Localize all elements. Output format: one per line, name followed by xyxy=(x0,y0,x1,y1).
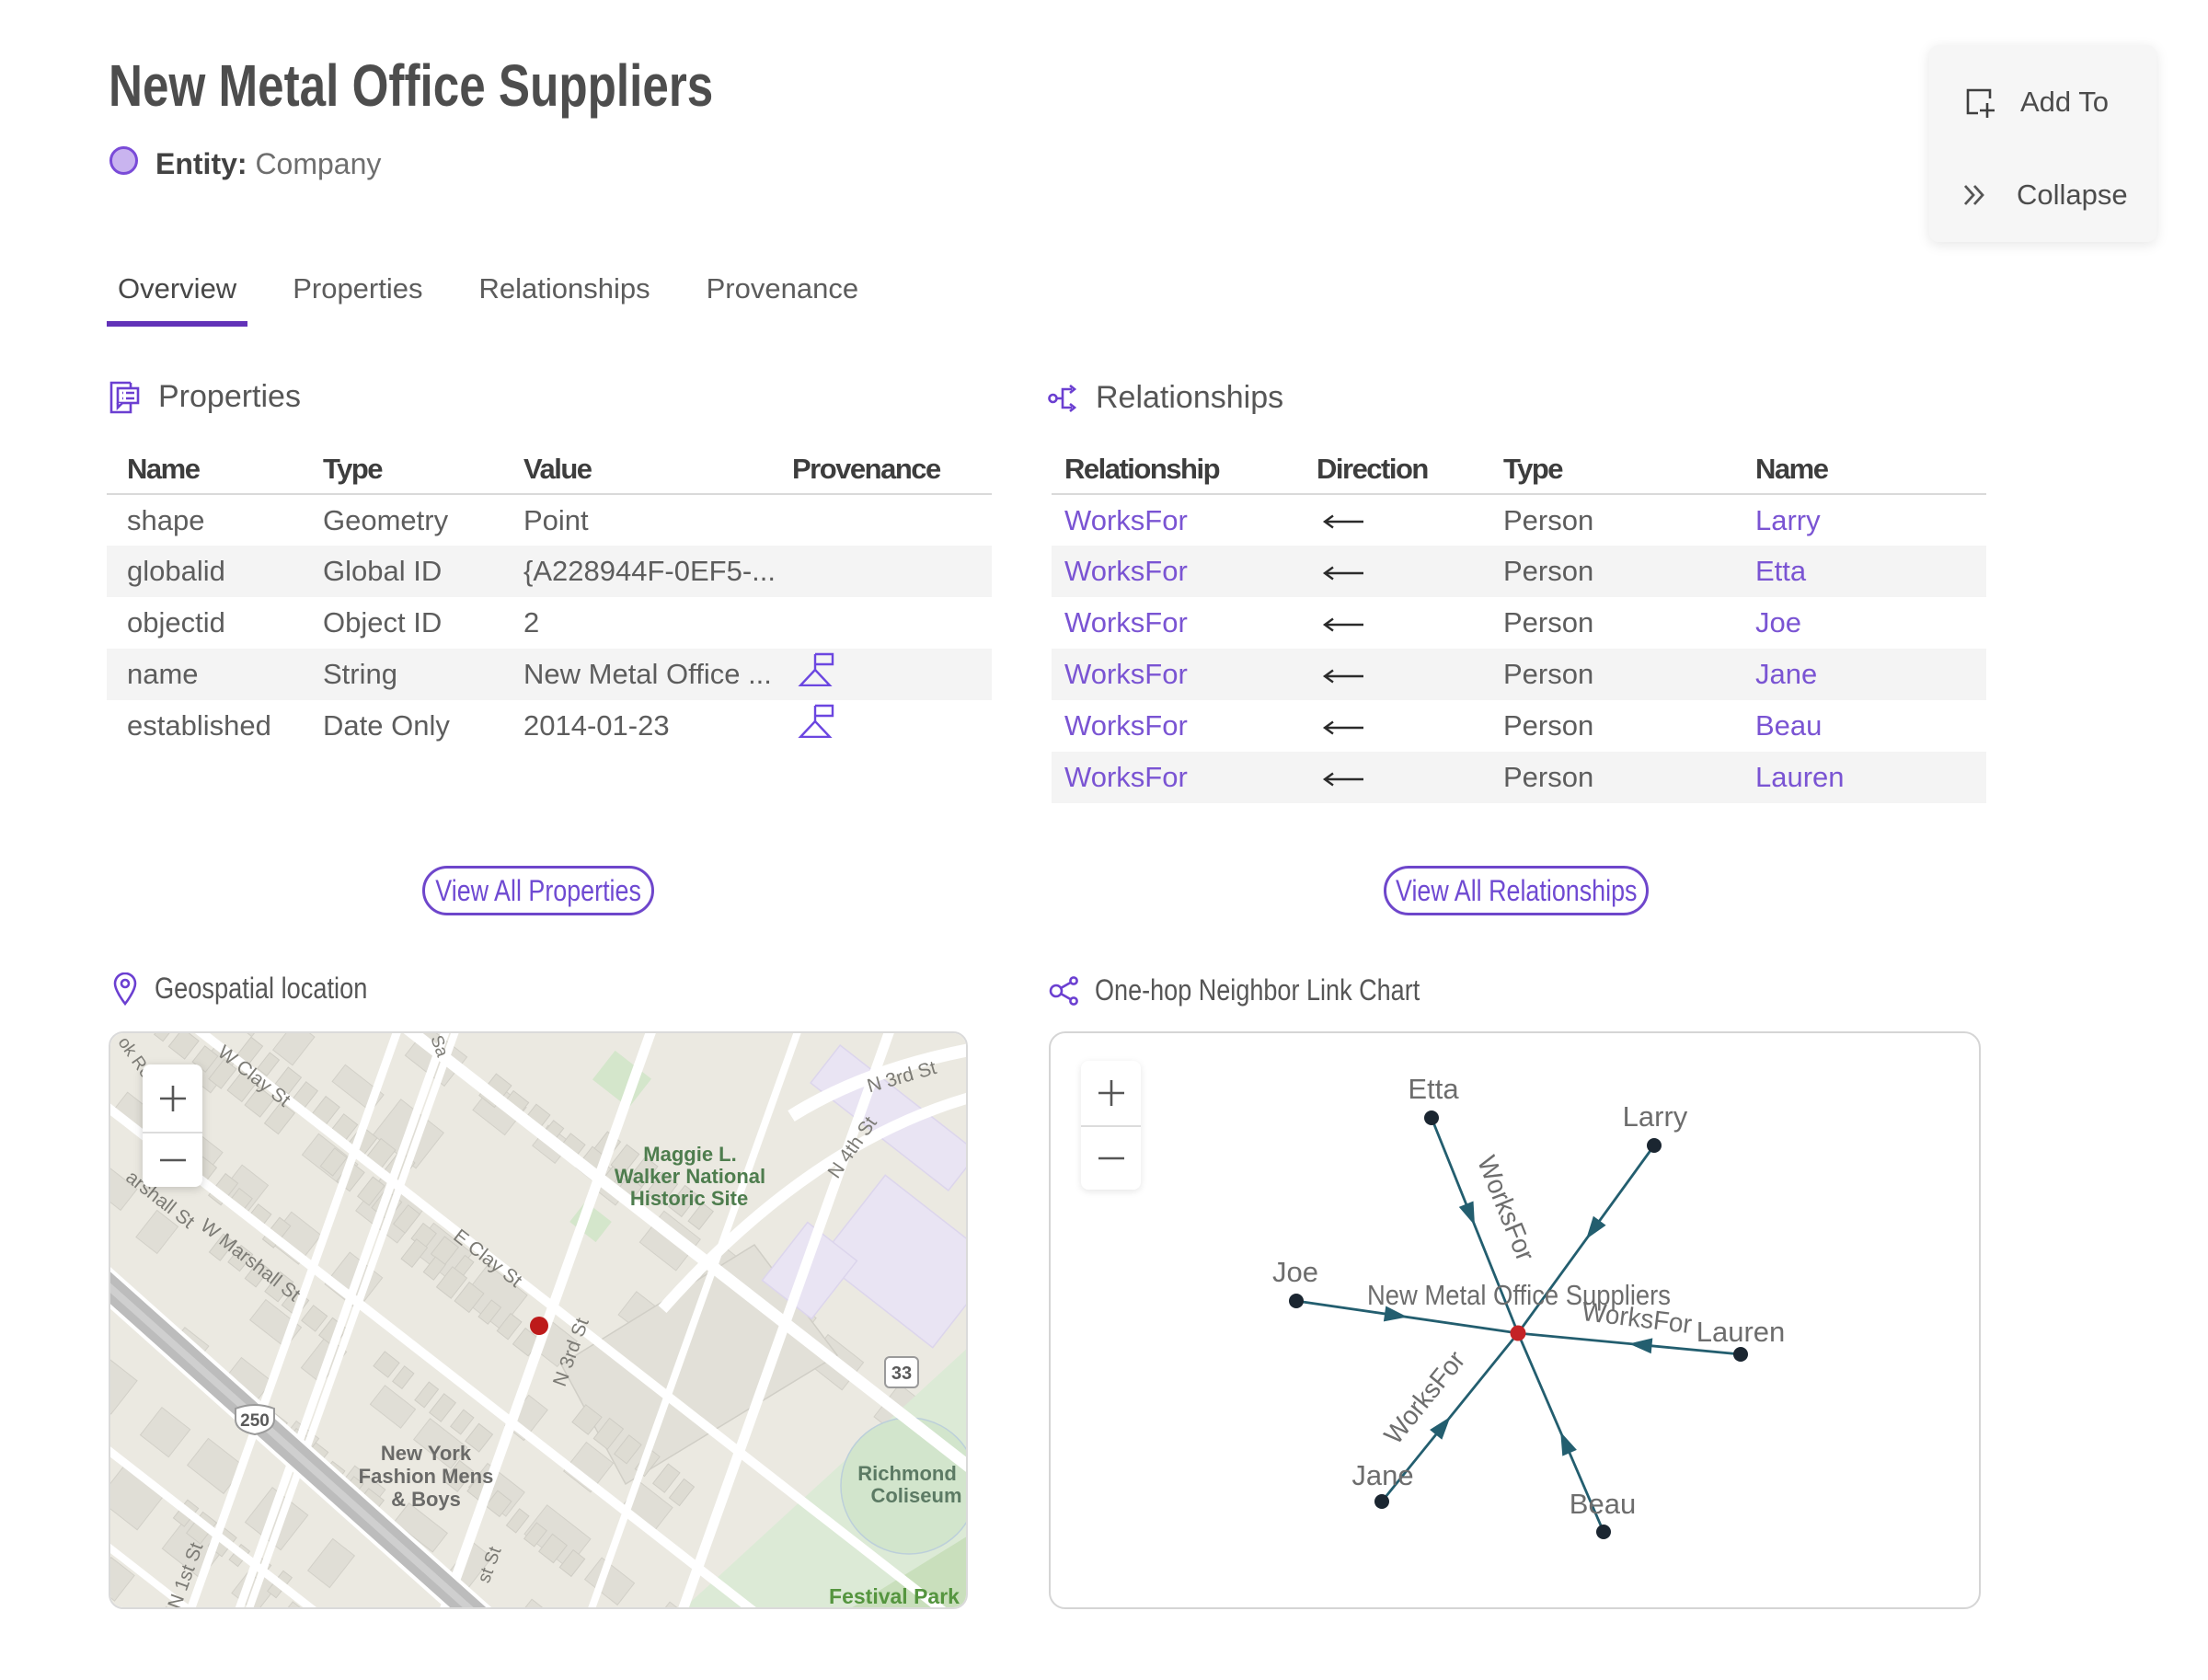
svg-text:WorksFor: WorksFor xyxy=(1471,1152,1540,1266)
svg-text:Fashion Mens: Fashion Mens xyxy=(359,1465,494,1488)
svg-text:New York: New York xyxy=(381,1442,472,1465)
svg-text:Festival Park: Festival Park xyxy=(829,1584,960,1608)
svg-text:Historic Site: Historic Site xyxy=(630,1187,748,1210)
svg-text:Larry: Larry xyxy=(1623,1100,1688,1133)
svg-text:Lauren: Lauren xyxy=(1696,1316,1786,1348)
svg-text:Coliseum: Coliseum xyxy=(870,1484,961,1507)
svg-text:WorksFor: WorksFor xyxy=(1581,1297,1694,1340)
svg-text:Maggie L.: Maggie L. xyxy=(643,1143,736,1166)
svg-text:Etta: Etta xyxy=(1408,1073,1459,1105)
svg-text:Beau: Beau xyxy=(1570,1488,1636,1520)
svg-text:Jane: Jane xyxy=(1351,1459,1413,1491)
svg-text:Walker National: Walker National xyxy=(615,1165,765,1188)
svg-text:33: 33 xyxy=(891,1364,912,1384)
svg-text:WorksFor: WorksFor xyxy=(1379,1345,1472,1450)
svg-text:Richmond: Richmond xyxy=(857,1462,957,1485)
svg-text:250: 250 xyxy=(240,1411,270,1431)
svg-text:Joe: Joe xyxy=(1272,1256,1318,1288)
svg-text:& Boys: & Boys xyxy=(391,1488,461,1511)
